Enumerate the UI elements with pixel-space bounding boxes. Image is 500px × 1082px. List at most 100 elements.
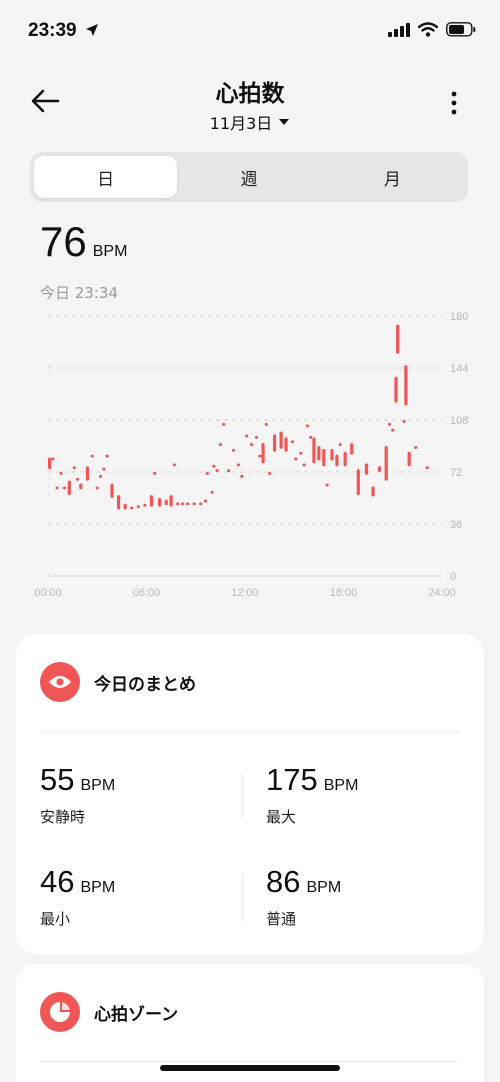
stat-unit: BPM xyxy=(80,879,116,896)
zone-icon-badge xyxy=(40,992,80,1032)
heart-rate-bar xyxy=(338,443,342,447)
heart-rate-bar xyxy=(330,448,334,461)
y-tick-label: 144 xyxy=(450,363,468,375)
heart-rate-bar xyxy=(199,502,203,506)
heart-rate-bar xyxy=(226,469,231,473)
heart-rate-bar xyxy=(279,431,283,449)
heart-rate-bar xyxy=(90,454,94,458)
zone-header: 心拍ゾーン xyxy=(40,992,178,1032)
date-label: 11月3日 xyxy=(209,114,273,133)
heart-rate-bar xyxy=(264,422,268,426)
stat-label: 安静時 xyxy=(40,808,86,826)
heart-rate-bar xyxy=(130,506,134,510)
heart-rate-bar xyxy=(294,457,298,461)
stat-label: 最大 xyxy=(266,808,297,826)
heart-rate-chart[interactable]: 0 36 72 108 144 180 00:00 06:00 12:00 18:00 24:00 xyxy=(30,306,470,606)
more-options-button[interactable] xyxy=(446,88,462,118)
heart-rate-bar xyxy=(51,457,55,461)
x-tick-label: 06:00 xyxy=(133,587,161,599)
period-tabs: 日 週 月 xyxy=(30,152,468,202)
heart-rate-bar xyxy=(176,502,180,506)
heart-rate-bar xyxy=(116,495,121,510)
heart-rate-bar xyxy=(110,483,114,498)
heart-rate-chart-svg: 0 36 72 108 144 180 00:00 06:00 12:00 18:00 24:00 xyxy=(34,311,468,599)
heart-rate-bar xyxy=(350,443,354,455)
heart-rate-bar xyxy=(335,454,339,467)
stat-average: 86 BPM 普通 xyxy=(266,864,341,929)
heart-rate-bar xyxy=(394,376,398,403)
tab-month[interactable]: 月 xyxy=(321,156,464,198)
heart-rate-bar xyxy=(407,451,411,467)
zone-divider xyxy=(40,1061,460,1062)
stat-max: 175 BPM 最大 xyxy=(266,762,358,827)
status-indicators xyxy=(388,22,476,37)
x-tick-label: 00:00 xyxy=(34,587,62,599)
y-tick-label: 108 xyxy=(450,415,468,427)
heart-rate-bar xyxy=(136,505,140,509)
heart-rate-bar xyxy=(425,466,429,470)
date-selector[interactable]: 11月3日 xyxy=(0,110,500,134)
heart-rate-bar xyxy=(62,486,67,490)
summary-header: 今日のまとめ xyxy=(40,662,196,702)
tab-day[interactable]: 日 xyxy=(34,156,178,198)
heart-rate-bar xyxy=(222,422,226,426)
x-tick-label: 24:00 xyxy=(428,587,456,599)
heart-rate-bar xyxy=(85,466,89,481)
heart-rate-bar xyxy=(302,463,306,467)
heart-rate-bar xyxy=(55,486,59,490)
heart-rate-bar xyxy=(236,463,241,467)
heart-rate-bar xyxy=(158,498,162,507)
heart-rate-bar xyxy=(245,434,249,438)
heart-rate-bar xyxy=(48,457,52,470)
daily-summary-card: 今日のまとめ 55 BPM 安静時 175 BPM 最大 46 BPM 最小 8… xyxy=(16,634,484,954)
heart-rate-bar xyxy=(371,486,375,497)
heart-rate-bar xyxy=(185,502,190,506)
heart-rate-bar xyxy=(105,454,109,458)
heart-rate-bar xyxy=(402,420,406,423)
heart-rate-bar xyxy=(343,451,347,467)
tab-week[interactable]: 週 xyxy=(177,156,320,198)
summary-title: 今日のまとめ xyxy=(94,674,196,695)
y-tick-label: 72 xyxy=(450,467,462,479)
y-tick-label: 36 xyxy=(450,519,462,531)
heart-rate-bar xyxy=(284,437,288,452)
wifi-icon xyxy=(418,22,438,37)
heart-rate-bar xyxy=(291,440,295,444)
stat-unit: BPM xyxy=(306,879,342,896)
x-tick-label: 18:00 xyxy=(330,587,358,599)
heart-rate-bar xyxy=(205,472,209,475)
heart-rate-bar xyxy=(72,466,76,470)
heart-rate-bar xyxy=(272,434,277,452)
stat-unit: BPM xyxy=(80,777,116,794)
page-title: 心拍数 xyxy=(215,81,285,107)
heart-rate-bar xyxy=(325,483,329,487)
pie-chart-icon xyxy=(50,1002,70,1022)
y-tick-label: 0 xyxy=(450,571,456,583)
stat-min: 46 BPM 最小 xyxy=(40,864,115,929)
battery-icon xyxy=(446,22,476,37)
stat-unit: BPM xyxy=(323,777,359,794)
heart-rate-bar xyxy=(249,443,254,447)
heart-rate-bar xyxy=(299,451,303,455)
heart-rate-bar xyxy=(192,502,196,506)
heart-rate-bar xyxy=(322,448,326,467)
heart-rate-bar xyxy=(98,474,103,478)
stat-value: 46 xyxy=(40,864,75,899)
home-indicator xyxy=(160,1065,340,1071)
heart-rate-bar xyxy=(391,428,395,432)
heart-rate-bar xyxy=(204,499,208,503)
status-time: 23:39 xyxy=(28,20,99,42)
current-heart-rate: 76 BPM xyxy=(40,218,127,266)
current-measure-time: 今日 23:34 xyxy=(40,284,118,302)
zone-title: 心拍ゾーン xyxy=(94,1004,179,1025)
heart-rate-bar xyxy=(356,469,360,496)
heart-rate-bar xyxy=(123,503,127,510)
heart-rate-bar xyxy=(254,435,259,439)
heart-rate-bar xyxy=(268,472,272,475)
heart-rate-bar xyxy=(231,448,236,452)
page-header: 心拍数 11月3日 xyxy=(0,70,500,140)
heart-rate-bar xyxy=(59,472,63,475)
heart-rate-bar xyxy=(164,499,168,506)
heart-rate-bar xyxy=(240,474,244,478)
summary-icon-badge xyxy=(40,662,80,702)
